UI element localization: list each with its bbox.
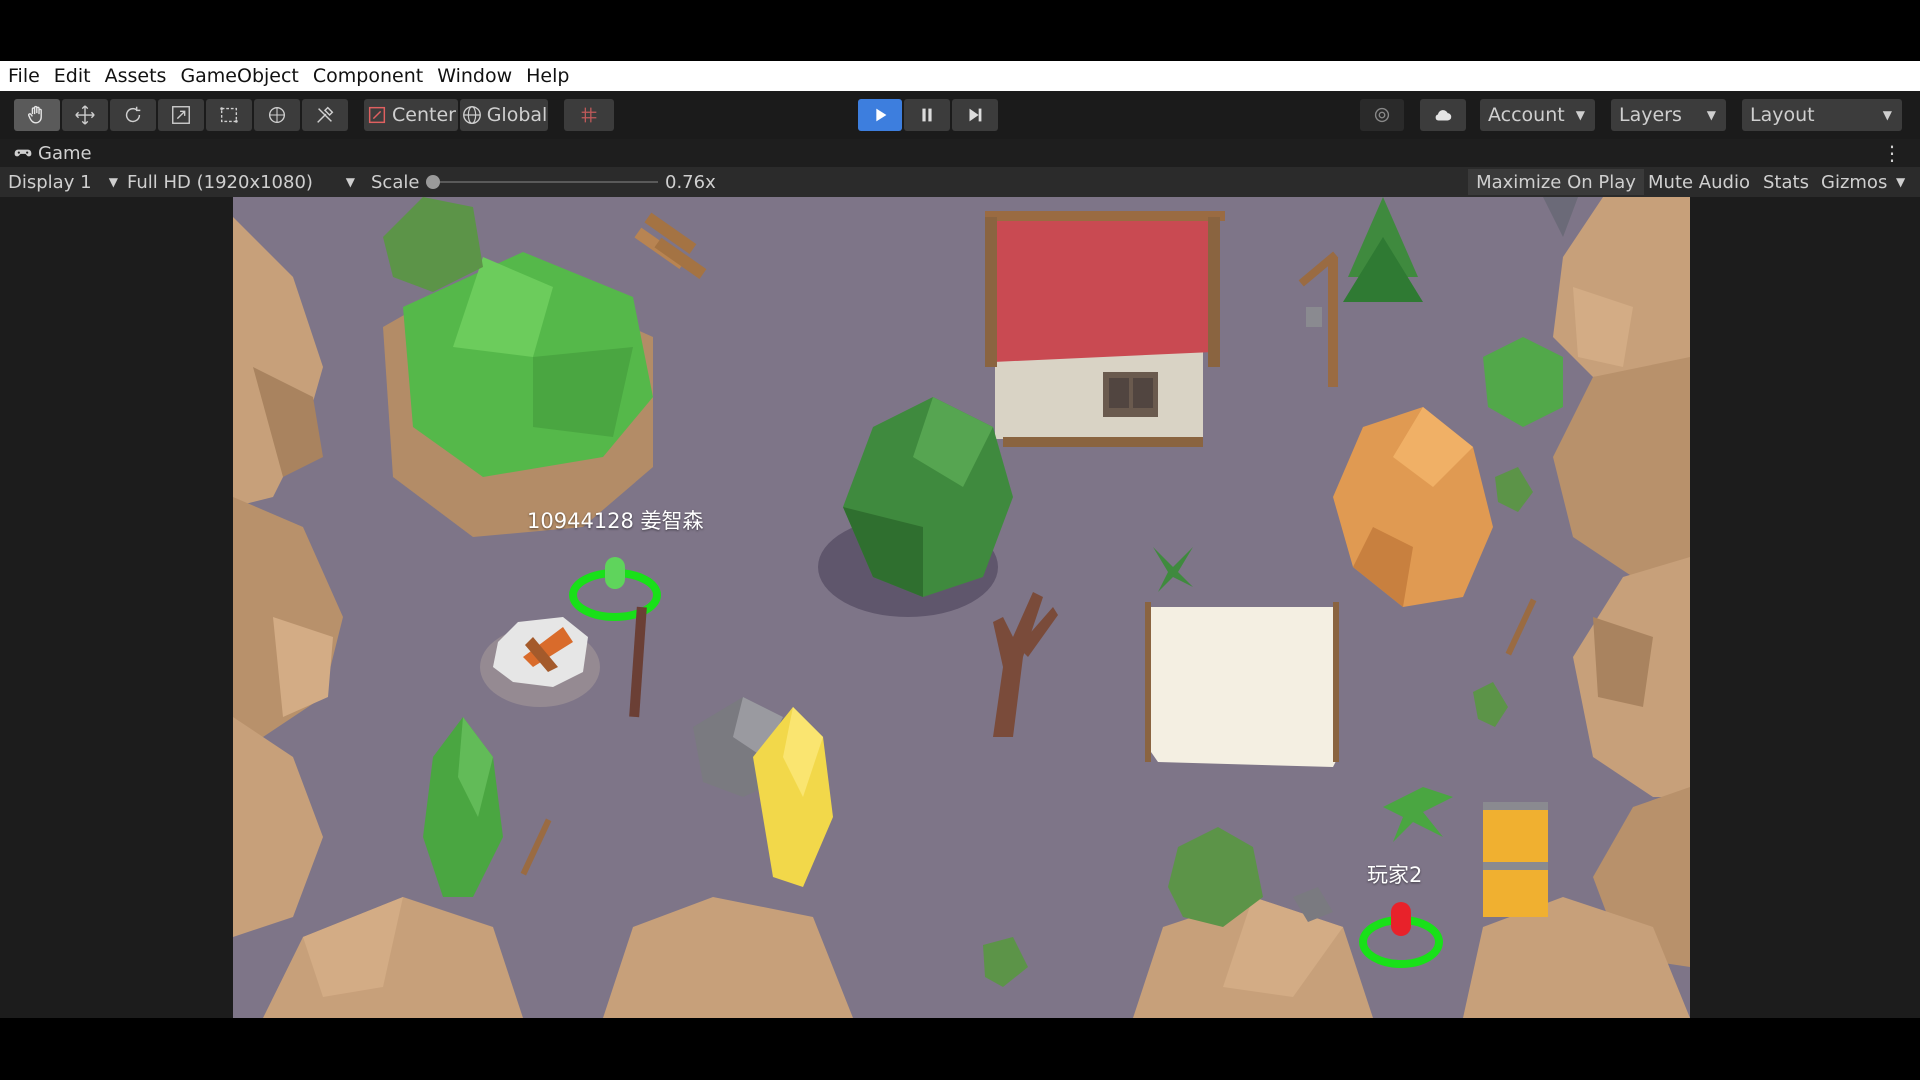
game-scene[interactable]: 10944128 姜智森 玩家2 <box>233 197 1690 1018</box>
display-dropdown[interactable]: Display 1 ▼ <box>8 167 118 197</box>
crates <box>1483 802 1548 917</box>
collab-icon <box>1374 107 1390 123</box>
custom-tool-button[interactable] <box>302 99 348 131</box>
stats-toggle[interactable]: Stats <box>1763 167 1809 197</box>
rotate-icon <box>125 106 141 123</box>
main-toolbar: Center Global Account ▼ Layers ▼ Layout … <box>0 91 1920 139</box>
transform-icon <box>268 106 286 124</box>
menu-component[interactable]: Component <box>306 65 430 87</box>
grid-snap-icon <box>581 107 597 123</box>
chevron-down-icon: ▼ <box>108 175 118 189</box>
menu-help[interactable]: Help <box>519 65 576 87</box>
cloth-banner <box>1145 602 1339 767</box>
scale-value: 0.76x <box>665 171 716 193</box>
gizmos-dropdown-icon[interactable]: ▼ <box>1896 167 1905 197</box>
collab-button[interactable] <box>1360 99 1404 131</box>
chevron-down-icon: ▼ <box>1706 108 1716 122</box>
pivot-mode-button[interactable]: Center <box>364 99 458 131</box>
pivot-label: Center <box>392 104 456 126</box>
resolution-label: Full HD (1920x1080) <box>127 171 313 193</box>
scale-slider-thumb[interactable] <box>426 175 440 189</box>
layout-label: Layout <box>1750 104 1815 126</box>
menu-edit[interactable]: Edit <box>47 65 98 87</box>
step-button[interactable] <box>952 99 998 131</box>
maximize-label: Maximize On Play <box>1476 171 1636 193</box>
game-view-bar: Display 1 ▼ Full HD (1920x1080) ▼ Scale … <box>0 167 1920 197</box>
cloud-button[interactable] <box>1420 99 1466 131</box>
gizmos-toggle[interactable]: Gizmos <box>1821 167 1887 197</box>
pause-button[interactable] <box>904 99 950 131</box>
menu-assets[interactable]: Assets <box>98 65 174 87</box>
scale-icon <box>172 106 190 124</box>
gamepad-icon <box>14 149 32 157</box>
space-mode-button[interactable]: Global <box>460 99 548 131</box>
play-icon <box>876 108 887 122</box>
display-label: Display 1 <box>8 171 92 193</box>
scale-slider-track <box>426 175 658 189</box>
mute-label: Mute Audio <box>1648 171 1750 193</box>
player1-nameplate: 10944128 姜智森 <box>527 509 704 533</box>
transform-tool-button[interactable] <box>254 99 300 131</box>
gizmos-label: Gizmos <box>1821 171 1888 193</box>
scale-slider[interactable] <box>426 167 658 197</box>
menu-window[interactable]: Window <box>430 65 519 87</box>
play-button[interactable] <box>858 99 902 131</box>
chevron-down-icon: ▼ <box>1575 108 1585 122</box>
maximize-on-play-toggle[interactable]: Maximize On Play <box>1468 169 1644 195</box>
rect-tool-button[interactable] <box>206 99 252 131</box>
tab-game[interactable]: Game <box>12 139 92 167</box>
game-tab-bar: Game ⋮ <box>0 139 1920 167</box>
resolution-dropdown[interactable]: Full HD (1920x1080) ▼ <box>127 167 355 197</box>
move-icon <box>75 105 95 125</box>
stats-label: Stats <box>1763 171 1809 193</box>
space-label: Global <box>486 104 548 126</box>
player2-nameplate: 玩家2 <box>1367 863 1423 887</box>
globe-icon <box>462 106 481 124</box>
custom-tool-icon <box>317 106 334 123</box>
scale-tool-button[interactable] <box>158 99 204 131</box>
layout-dropdown[interactable]: Layout ▼ <box>1742 99 1902 131</box>
mute-audio-toggle[interactable]: Mute Audio <box>1648 167 1750 197</box>
move-tool-button[interactable] <box>62 99 108 131</box>
scale-label: Scale <box>371 171 420 193</box>
rotate-tool-button[interactable] <box>110 99 156 131</box>
account-dropdown[interactable]: Account ▼ <box>1480 99 1595 131</box>
rect-icon <box>220 107 238 123</box>
layers-dropdown[interactable]: Layers ▼ <box>1611 99 1726 131</box>
step-icon <box>969 108 982 122</box>
layers-label: Layers <box>1619 104 1682 126</box>
pause-icon <box>922 108 932 122</box>
cloud-icon <box>1435 110 1452 121</box>
game-viewport: 10944128 姜智森 玩家2 <box>0 197 1920 1018</box>
house <box>985 211 1225 447</box>
chevron-down-icon: ▼ <box>1882 108 1892 122</box>
tab-game-label: Game <box>38 142 92 164</box>
menu-gameobject[interactable]: GameObject <box>173 65 305 87</box>
hand-tool-button[interactable] <box>14 99 60 131</box>
kebab-menu-icon[interactable]: ⋮ <box>1882 139 1902 167</box>
pivot-icon <box>368 106 386 124</box>
account-label: Account <box>1488 104 1565 126</box>
scene-illustration <box>233 197 1690 1018</box>
grid-snap-button[interactable] <box>564 99 614 131</box>
hand-icon <box>28 105 42 124</box>
menu-bar: File Edit Assets GameObject Component Wi… <box>0 61 1920 91</box>
chevron-down-icon: ▼ <box>345 175 355 189</box>
menu-file[interactable]: File <box>0 65 47 87</box>
